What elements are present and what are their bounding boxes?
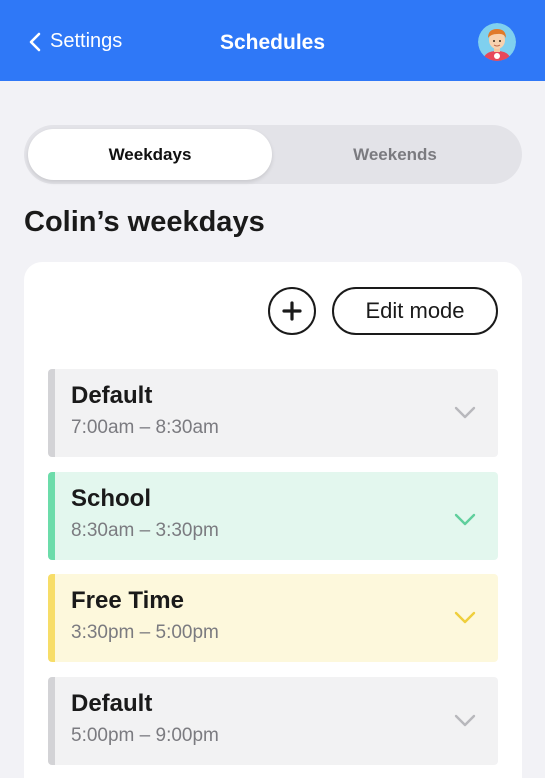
schedule-item-name: Default	[71, 382, 153, 409]
chevron-down-icon	[454, 611, 476, 624]
chevron-down-icon	[454, 714, 476, 727]
schedule-item-time: 3:30pm – 5:00pm	[71, 622, 219, 643]
schedule-item-time: 5:00pm – 9:00pm	[71, 725, 219, 746]
schedule-item-time: 8:30am – 3:30pm	[71, 520, 219, 541]
child-avatar-icon	[478, 23, 516, 61]
schedule-item-free-time[interactable]: Free Time 3:30pm – 5:00pm	[48, 574, 498, 662]
back-button[interactable]: Settings	[28, 30, 122, 53]
schedule-item-default-evening[interactable]: Default 5:00pm – 9:00pm	[48, 677, 498, 765]
schedule-item-default-morning[interactable]: Default 7:00am – 8:30am	[48, 369, 498, 457]
schedule-item-time: 7:00am – 8:30am	[71, 417, 219, 438]
schedule-segmented-control: Weekdays Weekends	[24, 125, 522, 184]
edit-mode-button[interactable]: Edit mode	[332, 287, 498, 335]
tab-weekends[interactable]: Weekends	[273, 129, 517, 180]
chevron-down-icon	[454, 513, 476, 526]
schedule-card: Edit mode Default 7:00am – 8:30am School…	[24, 262, 522, 778]
chevron-down-icon	[454, 406, 476, 419]
section-title: Colin’s weekdays	[24, 206, 265, 238]
schedule-item-name: Free Time	[71, 587, 184, 614]
back-button-label: Settings	[50, 30, 123, 52]
chevron-left-icon	[29, 32, 41, 51]
schedule-item-school[interactable]: School 8:30am – 3:30pm	[48, 472, 498, 560]
plus-icon	[282, 301, 302, 321]
add-schedule-button[interactable]	[268, 287, 316, 335]
app-header: Settings Schedules	[0, 0, 545, 81]
schedule-item-name: School	[71, 485, 152, 512]
tab-weekdays[interactable]: Weekdays	[28, 129, 272, 180]
avatar[interactable]	[478, 23, 516, 61]
schedule-item-name: Default	[71, 690, 153, 717]
